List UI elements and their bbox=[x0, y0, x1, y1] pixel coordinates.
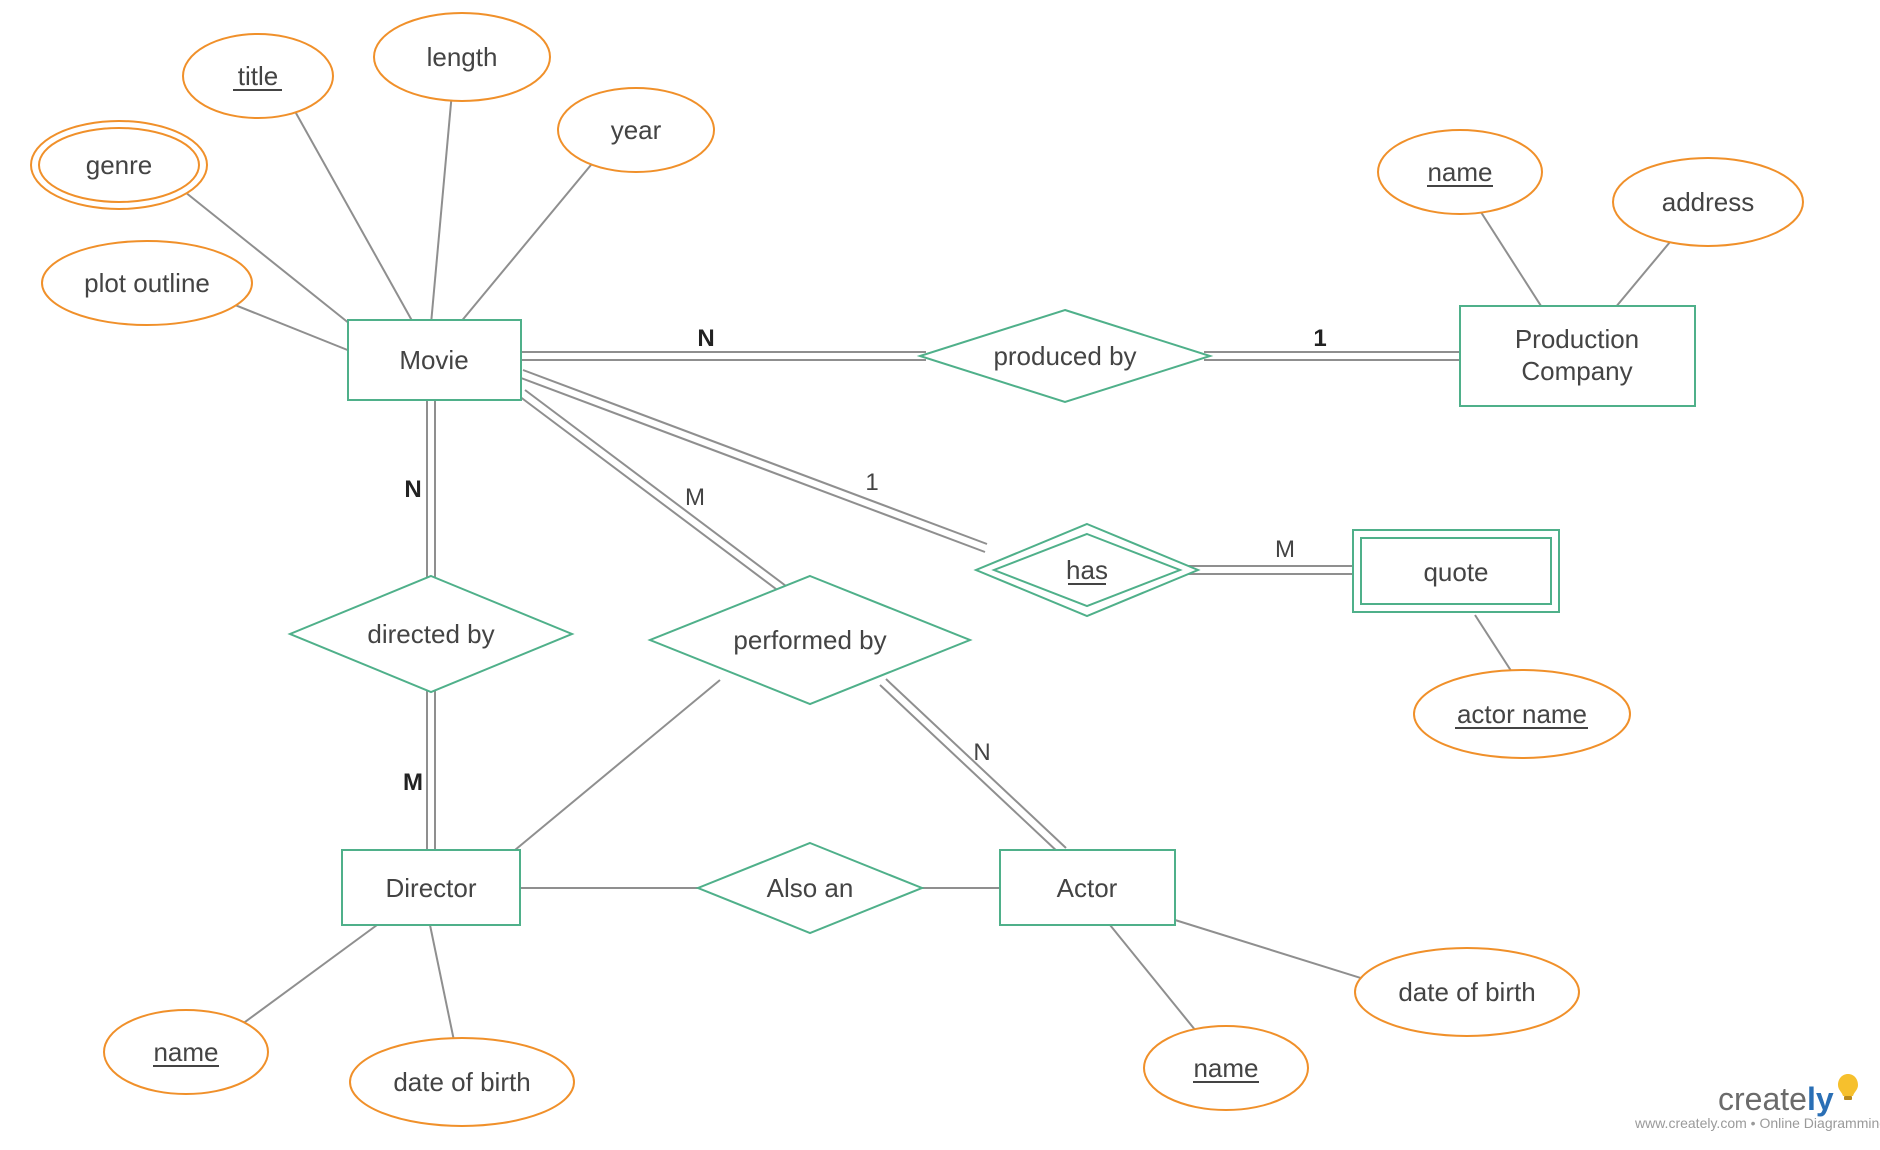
rel-also-an: Also an bbox=[698, 843, 922, 933]
attr-actor-dob: date of birth bbox=[1355, 948, 1579, 1036]
attr-prod-name-label: name bbox=[1427, 157, 1492, 187]
attr-actor-name-label: name bbox=[1193, 1053, 1258, 1083]
logo-tagline: www.creately.com • Online Diagramming bbox=[1634, 1115, 1880, 1131]
logo-part1: create bbox=[1718, 1081, 1807, 1117]
entity-actor: Actor bbox=[1000, 850, 1175, 925]
edge-performed-actor-a bbox=[880, 685, 1060, 854]
entity-prod-label1: Production bbox=[1515, 324, 1639, 354]
card-quote-has-M: M bbox=[1275, 536, 1295, 563]
entity-prod-label2: Company bbox=[1521, 356, 1632, 386]
svg-text:creately: creately bbox=[1718, 1081, 1834, 1117]
attr-prod-address: address bbox=[1613, 158, 1803, 246]
er-diagram-canvas: N 1 N M M N 1 M title length year genre … bbox=[0, 0, 1880, 1150]
edge-movie-year bbox=[450, 142, 610, 335]
edge-movie-title bbox=[287, 97, 420, 335]
edge-movie-performed-a bbox=[519, 396, 788, 598]
attr-genre: genre bbox=[31, 121, 207, 209]
rel-produced-by-label: produced by bbox=[993, 341, 1136, 371]
attr-year-label: year bbox=[611, 115, 662, 145]
card-prod-produced-1: 1 bbox=[1313, 325, 1326, 352]
attr-prod-address-label: address bbox=[1662, 187, 1755, 217]
edge-movie-has-b bbox=[523, 370, 987, 544]
edge-performed-director bbox=[515, 680, 720, 850]
edge-prod-name bbox=[1470, 195, 1550, 320]
lightbulb-icon bbox=[1838, 1074, 1858, 1100]
edge-movie-length bbox=[430, 70, 454, 335]
entity-director-label: Director bbox=[385, 873, 476, 903]
attr-director-dob-label: date of birth bbox=[393, 1067, 530, 1097]
attr-actor-name: name bbox=[1144, 1026, 1308, 1110]
attr-plot-outline: plot outline bbox=[42, 241, 252, 325]
entity-movie: Movie bbox=[348, 320, 521, 400]
logo-part2: ly bbox=[1807, 1081, 1834, 1117]
attr-title: title bbox=[183, 34, 333, 118]
entity-quote-label: quote bbox=[1423, 557, 1488, 587]
entity-director: Director bbox=[342, 850, 520, 925]
rel-has-label: has bbox=[1066, 555, 1108, 585]
entity-production-company: Production Company bbox=[1460, 306, 1695, 406]
attr-length-label: length bbox=[427, 42, 498, 72]
attr-year: year bbox=[558, 88, 714, 172]
attr-plot-outline-label: plot outline bbox=[84, 268, 210, 298]
attr-director-dob: date of birth bbox=[350, 1038, 574, 1126]
card-actor-performed-N: N bbox=[973, 739, 990, 766]
attr-title-label: title bbox=[238, 61, 278, 91]
cardinalities: N 1 N M M N 1 M bbox=[403, 325, 1327, 796]
card-movie-directed-N: N bbox=[404, 476, 421, 503]
rel-has: has bbox=[976, 524, 1198, 616]
creately-logo: creately www.creately.com • Online Diagr… bbox=[1634, 1074, 1880, 1131]
edge-movie-has-a bbox=[521, 378, 985, 552]
card-movie-has-1: 1 bbox=[865, 469, 878, 496]
rel-directed-by: directed by bbox=[290, 576, 572, 692]
rel-produced-by: produced by bbox=[920, 310, 1210, 402]
rel-performed-by-label: performed by bbox=[733, 625, 886, 655]
entity-movie-label: Movie bbox=[399, 345, 468, 375]
rel-directed-by-label: directed by bbox=[367, 619, 494, 649]
rel-also-an-label: Also an bbox=[767, 873, 854, 903]
edge-director-name bbox=[230, 925, 377, 1033]
attr-director-name-label: name bbox=[153, 1037, 218, 1067]
card-director-directed-M: M bbox=[403, 769, 423, 796]
attr-genre-label: genre bbox=[86, 150, 153, 180]
attr-length: length bbox=[374, 13, 550, 101]
entity-actor-label: Actor bbox=[1057, 873, 1118, 903]
card-movie-produced-N: N bbox=[697, 325, 714, 352]
card-movie-performed-M: M bbox=[685, 484, 705, 511]
rel-performed-by: performed by bbox=[650, 576, 970, 704]
attr-prod-name: name bbox=[1378, 130, 1542, 214]
attr-actor-name-of-quote-label: actor name bbox=[1457, 699, 1587, 729]
attr-actor-name-of-quote: actor name bbox=[1414, 670, 1630, 758]
attr-director-name: name bbox=[104, 1010, 268, 1094]
entity-quote: quote bbox=[1353, 530, 1559, 612]
attr-actor-dob-label: date of birth bbox=[1398, 977, 1535, 1007]
